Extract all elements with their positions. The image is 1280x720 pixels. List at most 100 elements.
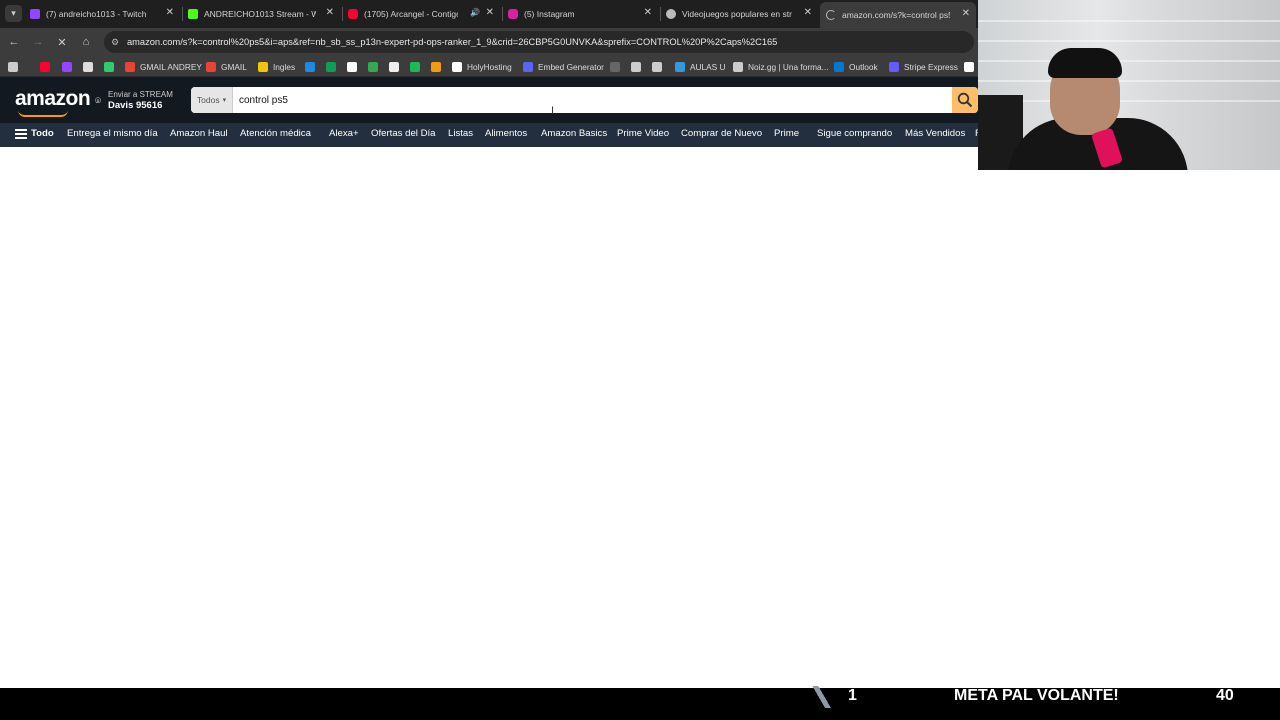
embed-icon [523, 61, 533, 72]
stop-loading-icon[interactable]: ✕ [54, 34, 70, 50]
tab-amazon-active[interactable]: amazon.com/s?k=control ps5& ✕ [820, 2, 976, 28]
nav-item[interactable]: Entrega el mismo día [67, 128, 158, 139]
sheets-icon [326, 61, 336, 72]
search-category-dropdown[interactable]: Todos ▾ [191, 87, 233, 113]
bookmark-item[interactable]: AULAS U [675, 60, 726, 73]
gmail-icon [125, 61, 135, 72]
nav-item[interactable]: Sigue comprando [817, 128, 892, 139]
tab-title: Videojuegos populares en strea [682, 9, 792, 19]
close-icon[interactable]: ✕ [644, 7, 652, 18]
close-icon[interactable]: ✕ [326, 7, 334, 18]
search-button[interactable] [952, 87, 978, 113]
hamburger-menu-icon[interactable] [15, 129, 27, 139]
close-icon[interactable]: ✕ [962, 8, 970, 19]
youtube-icon [40, 61, 50, 72]
tab-videogames[interactable]: Videojuegos populares en strea ✕ [666, 3, 818, 25]
bookmark-item[interactable] [326, 60, 336, 73]
search-category-label: Todos [196, 95, 220, 105]
bookmark-label: Noiz.gg | Una forma... [748, 61, 829, 72]
bookmark-item[interactable]: Noiz.gg | Una forma... [733, 60, 829, 73]
nav-item[interactable]: Listas [448, 128, 473, 139]
tab-title: (1705) Arcangel - Contigo ( [364, 9, 458, 19]
tab-title: amazon.com/s?k=control ps5& [842, 10, 950, 20]
nav-item[interactable]: Ofertas del Día [371, 128, 436, 139]
youtube-icon [348, 9, 358, 19]
bookmark-item[interactable]: Stripe Express [889, 60, 958, 73]
nav-item[interactable]: Prime Video [617, 128, 669, 139]
bookmark-item[interactable]: Embed Generator [523, 60, 604, 73]
nav-item[interactable]: Atención médica [240, 128, 311, 139]
nav-item[interactable]: Comprar de Nuevo [681, 128, 762, 139]
goal-stripe-icon [812, 686, 832, 708]
outlook-icon [834, 61, 844, 72]
bookmark-item[interactable] [305, 60, 315, 73]
nav-item[interactable]: Amazon Haul [170, 128, 228, 139]
bookmark-item[interactable]: Outlook [834, 60, 878, 73]
bookmark-item[interactable] [62, 60, 72, 73]
kick-icon [188, 9, 198, 19]
goal-title: META PAL VOLANTE! [954, 687, 1119, 704]
bookmarks-bar: GMAIL ANDREY GMAIL Ingles HolyHosting Embed … [0, 56, 978, 77]
tab-divider [342, 7, 343, 21]
tab-title: ANDREICHO1013 Stream - Wat [204, 9, 316, 19]
bookmark-item[interactable] [410, 60, 420, 73]
back-arrow-icon[interactable]: ← [6, 34, 22, 50]
address-url[interactable]: amazon.com/s?k=control%20ps5&i=aps&ref=n… [127, 37, 777, 47]
bookmark-item[interactable] [652, 60, 662, 73]
tab-youtube[interactable]: (1705) Arcangel - Contigo ( 🔊 ✕ [348, 3, 500, 25]
address-bar[interactable]: ⚙ amazon.com/s?k=control%20ps5&i=aps&ref… [104, 31, 974, 53]
home-icon[interactable]: ⌂ [78, 34, 94, 50]
bookmark-item[interactable] [104, 60, 114, 73]
twitch-icon [62, 61, 72, 72]
screen: ▾ (7) andreicho1013 - Twitch ✕ ANDREICHO… [0, 0, 1280, 720]
tab-instagram[interactable]: (5) Instagram ✕ [508, 3, 658, 25]
drive-icon [368, 61, 378, 72]
bookmark-item[interactable] [347, 60, 357, 73]
site-settings-icon[interactable]: ⚙ [111, 37, 123, 48]
amazon-logo[interactable]: amazon [15, 87, 91, 111]
caret-down-icon: ▾ [222, 97, 227, 104]
bookmark-item[interactable]: HolyHosting [452, 60, 512, 73]
amazon-icon [389, 61, 399, 72]
tab-title: (7) andreicho1013 - Twitch [46, 9, 147, 19]
nav-item[interactable]: Prime [774, 128, 799, 139]
speaker-icon[interactable]: 🔊 [470, 8, 480, 17]
h-icon [452, 61, 462, 72]
nav-all[interactable]: Todo [31, 128, 54, 139]
bookmark-item[interactable] [631, 60, 641, 73]
close-icon[interactable]: ✕ [166, 7, 174, 18]
instagram-icon [508, 9, 518, 19]
nav-item[interactable]: Más Vendidos [905, 128, 965, 139]
deliver-line1: Enviar a STREAM [108, 90, 173, 99]
bookmark-item[interactable]: GMAIL ANDREY [125, 60, 202, 73]
tab-search-icon[interactable]: ▾ [5, 5, 22, 22]
goal-target-count: 40 [1216, 687, 1234, 704]
bookmark-item[interactable]: GMAIL [206, 60, 247, 73]
s-icon [83, 61, 93, 72]
tab-divider [182, 7, 183, 21]
bookmark-item[interactable] [431, 60, 441, 73]
nav-item[interactable]: Amazon Basics [541, 128, 607, 139]
bookmark-item[interactable]: Ingles [258, 60, 295, 73]
bookmark-item[interactable] [83, 60, 93, 73]
tab-kick[interactable]: ANDREICHO1013 Stream - Wat ✕ [188, 3, 340, 25]
amazon-nav-bar: Todo Entrega el mismo día Amazon Haul Aten… [0, 123, 978, 147]
browser-window: ▾ (7) andreicho1013 - Twitch ✕ ANDREICHO… [0, 0, 978, 688]
bookmark-item[interactable] [8, 60, 18, 73]
bookmark-item[interactable] [368, 60, 378, 73]
bookmark-item[interactable] [389, 60, 399, 73]
deliver-line2: Davis 95616 [108, 100, 163, 111]
bookmark-item[interactable] [40, 60, 50, 73]
forward-arrow-icon[interactable]: → [30, 34, 46, 50]
twitch-icon [30, 9, 40, 19]
bookmark-label: Stripe Express [904, 61, 958, 72]
bookmark-item[interactable] [964, 60, 974, 73]
bookmark-icon [631, 61, 641, 72]
nav-item[interactable]: Alimentos [485, 128, 527, 139]
nav-item[interactable]: Alexa+ [329, 128, 359, 139]
close-icon[interactable]: ✕ [804, 7, 812, 18]
search-input[interactable] [239, 87, 939, 113]
tab-twitch[interactable]: (7) andreicho1013 - Twitch ✕ [30, 3, 180, 25]
bookmark-item[interactable] [610, 60, 620, 73]
close-icon[interactable]: ✕ [486, 7, 494, 18]
